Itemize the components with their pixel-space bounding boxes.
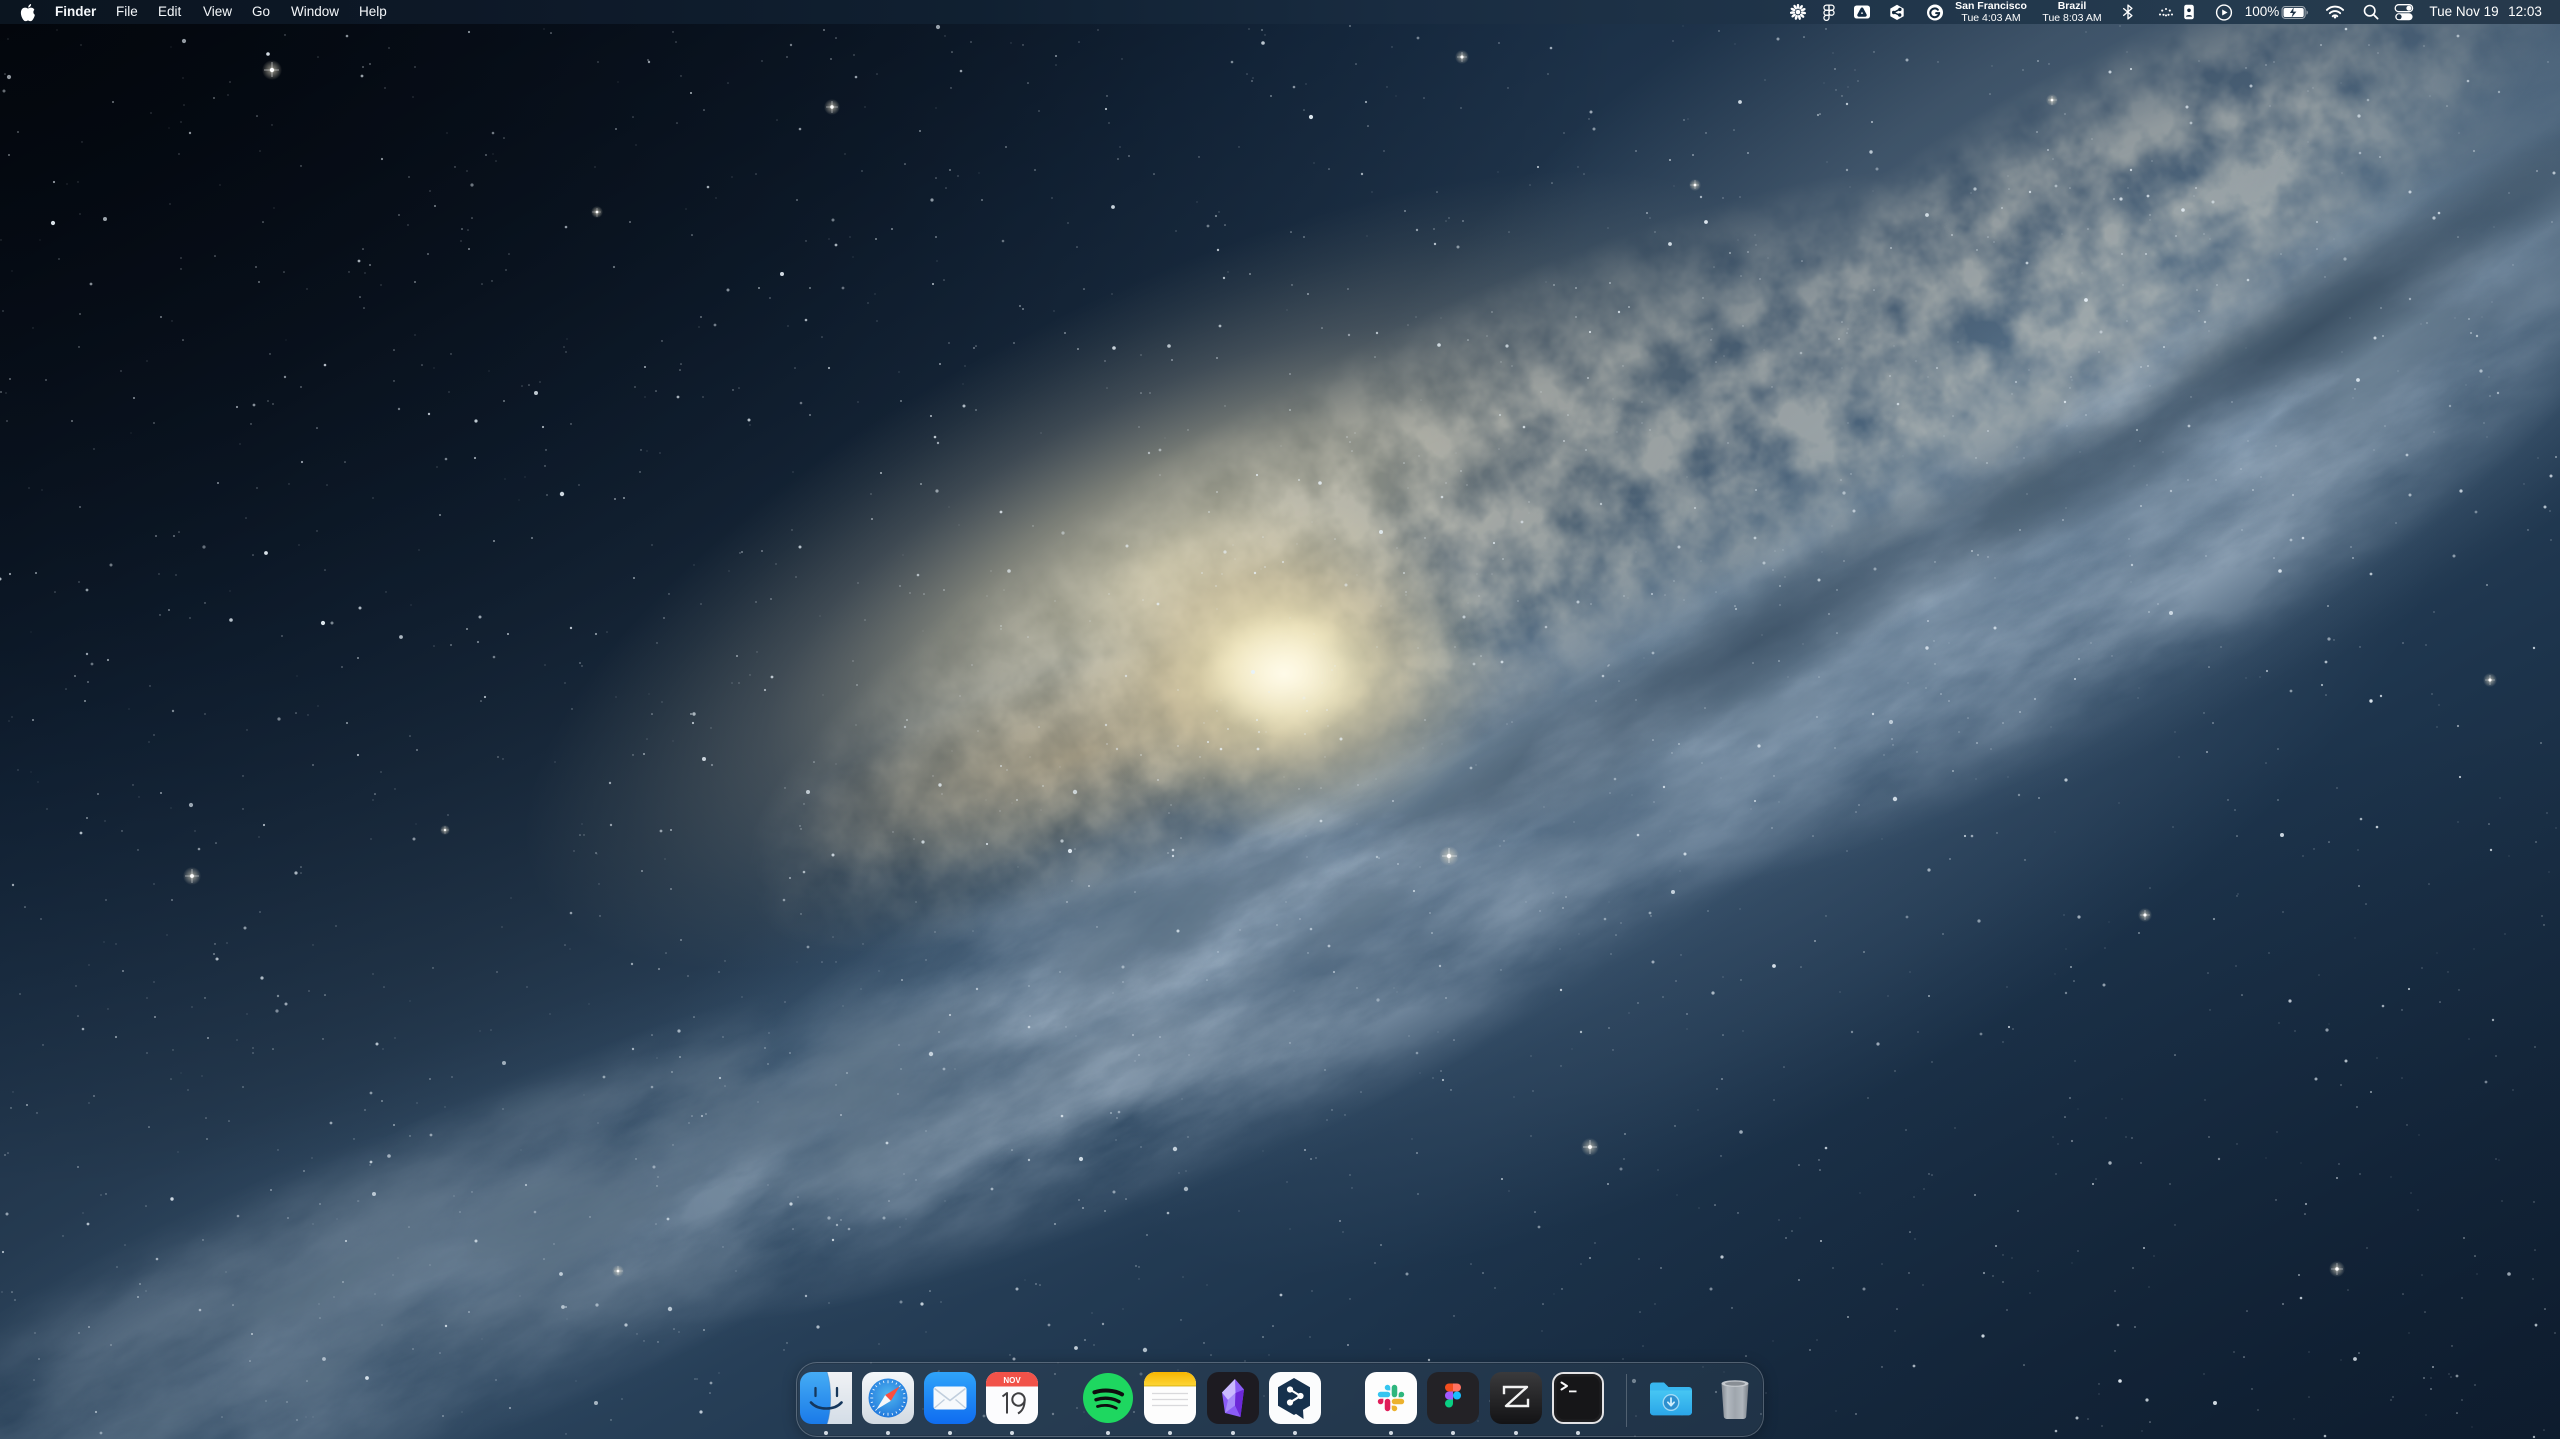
svg-text:NOV: NOV [1003,1376,1021,1385]
